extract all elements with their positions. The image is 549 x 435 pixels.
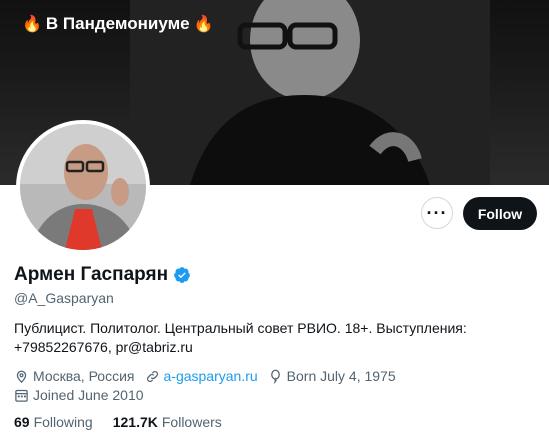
follow-button[interactable]: Follow — [463, 197, 537, 230]
flame-icon: 🔥 — [193, 16, 214, 33]
calendar-icon — [14, 388, 29, 403]
avatar-photo — [20, 124, 146, 250]
display-name: Армен Гаспарян — [14, 264, 169, 285]
followers-label: Followers — [161, 414, 222, 430]
profile-meta: Москва, Россия a-gasparyan.ru Born July … — [14, 368, 396, 384]
link-icon — [145, 369, 160, 384]
bio-line: +79852267676, pr@tabriz.ru — [14, 339, 193, 355]
bio-line: Публицист. Политолог. Центральный совет … — [14, 320, 467, 336]
location-text: Москва, Россия — [33, 368, 135, 384]
following-label: Following — [33, 414, 93, 430]
more-options-button[interactable]: ··· — [421, 197, 453, 229]
balloon-icon — [268, 369, 283, 384]
followers-count: 121.7K — [112, 414, 158, 430]
following-link[interactable]: 69 Following — [14, 414, 93, 430]
avatar[interactable] — [16, 120, 150, 254]
banner-title-text: В Пандемониуме — [45, 14, 190, 33]
location-pin-icon — [14, 369, 29, 384]
profile-bio: Публицист. Политолог. Центральный совет … — [14, 319, 534, 357]
flame-icon: 🔥 — [22, 16, 42, 33]
followers-link[interactable]: 121.7K Followers — [113, 414, 222, 430]
more-icon: ··· — [426, 202, 448, 223]
birthday-item: Born July 4, 1975 — [268, 368, 396, 384]
follow-stats: 69 Following 121.7K Followers — [14, 414, 222, 430]
joined-text: Joined June 2010 — [33, 387, 144, 403]
following-count: 69 — [14, 414, 30, 430]
profile-handle: @A_Gasparyan — [14, 290, 114, 306]
verified-badge-icon — [174, 267, 190, 283]
birthday-text: Born July 4, 1975 — [286, 368, 396, 384]
location-item: Москва, Россия — [14, 368, 135, 384]
banner-title: 🔥 В Пандемониуме 🔥 — [22, 14, 214, 34]
profile-name-row: Армен Гаспарян — [14, 264, 191, 286]
website-link[interactable]: a-gasparyan.ru — [164, 368, 258, 384]
website-item[interactable]: a-gasparyan.ru — [145, 368, 258, 384]
joined-item: Joined June 2010 — [14, 387, 144, 403]
